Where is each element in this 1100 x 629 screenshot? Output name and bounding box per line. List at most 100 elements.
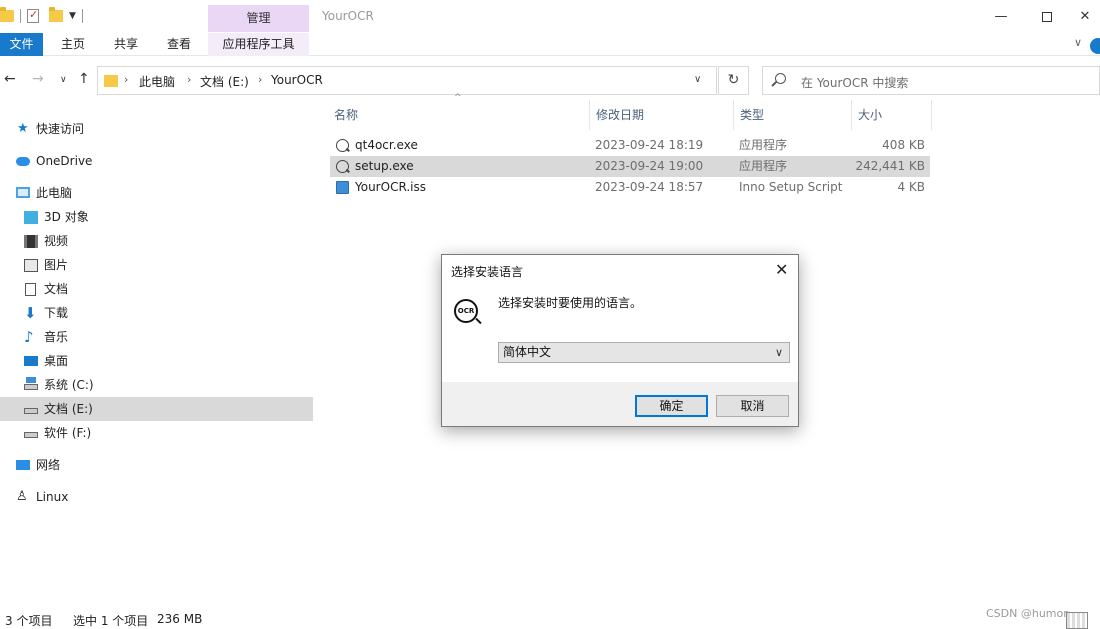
forward-arrow-icon[interactable]: → (32, 68, 44, 90)
address-bar[interactable]: › 此电脑 › 文档 (E:) › YourOCR ∨ (97, 66, 717, 95)
status-bar: 3 个项目 选中 1 个项目 236 MB (0, 612, 1100, 629)
cancel-button[interactable]: 取消 (716, 395, 789, 417)
sidebar-item-label: 网络 (36, 458, 61, 472)
sidebar-item-label: 此电脑 (36, 186, 73, 200)
tab-file[interactable]: 文件 (0, 33, 43, 56)
linux-penguin-icon: ♙ (16, 489, 28, 504)
breadcrumb-drive-e[interactable]: 文档 (E:) (200, 73, 249, 90)
divider (20, 9, 21, 23)
maximize-icon (1042, 11, 1052, 22)
network-icon (16, 460, 30, 470)
file-row[interactable]: qt4ocr.exe 2023-09-24 18:19 应用程序 408 KB (330, 135, 930, 156)
sidebar-item-label: 图片 (44, 258, 69, 272)
sidebar-item-documents[interactable]: 文档 (0, 277, 313, 301)
script-file-icon (336, 181, 349, 194)
sidebar-item-drive-c[interactable]: 系统 (C:) (0, 373, 313, 397)
quick-access-toolbar: ▼ (0, 6, 89, 26)
customize-toolbar-chevron-icon[interactable]: ▼ (69, 11, 76, 21)
column-header-type[interactable]: 类型 (734, 100, 852, 130)
close-window-button[interactable]: ✕ (1070, 0, 1100, 33)
music-icon: ♪ (24, 328, 34, 346)
new-folder-icon[interactable] (49, 7, 63, 22)
selection-count: 选中 1 个项目 (73, 614, 149, 628)
minimize-button[interactable]: — (978, 0, 1024, 33)
sidebar-item-pictures[interactable]: 图片 (0, 253, 313, 277)
breadcrumb-chevron-icon[interactable]: › (258, 73, 262, 86)
navigation-pane: ★ 快速访问 OneDrive 此电脑 3D 对象 视频 图片 文档 ⬇ 下载 … (0, 110, 313, 605)
dialog-prompt: 选择安装时要使用的语言。 (498, 296, 643, 310)
language-select[interactable]: 简体中文 ∨ (498, 342, 790, 363)
breadcrumb-chevron-icon[interactable]: › (187, 73, 191, 86)
tab-app-tools[interactable]: 应用程序工具 (208, 33, 309, 56)
help-icon[interactable] (1090, 38, 1100, 54)
back-arrow-icon[interactable]: ← (4, 68, 16, 90)
sidebar-item-drive-f[interactable]: 软件 (F:) (0, 421, 313, 445)
sidebar-item-label: OneDrive (36, 154, 93, 168)
file-type: 应用程序 (739, 159, 788, 173)
cube-icon (24, 211, 38, 224)
recent-locations-chevron-icon[interactable]: ∨ (60, 69, 67, 91)
dialog-title-bar: 选择安装语言 ✕ (442, 255, 798, 286)
language-dialog: 选择安装语言 ✕ OCR 选择安装时要使用的语言。 简体中文 ∨ 确定 取消 (441, 254, 799, 427)
tab-view[interactable]: 查看 (167, 33, 191, 56)
file-size: 242,441 KB (855, 159, 925, 173)
file-date: 2023-09-24 18:57 (595, 180, 704, 194)
file-size: 4 KB (897, 180, 925, 194)
title-bar: ▼ 管理 YourOCR — ✕ (0, 0, 1100, 33)
properties-icon[interactable] (27, 8, 39, 23)
column-header-size[interactable]: 大小 (852, 100, 932, 130)
file-row[interactable]: YourOCR.iss 2023-09-24 18:57 Inno Setup … (330, 177, 930, 198)
sidebar-item-label: 视频 (44, 234, 69, 248)
desktop-icon (24, 356, 38, 366)
film-icon (24, 235, 38, 248)
sidebar-item-quick-access[interactable]: ★ 快速访问 (0, 117, 313, 141)
file-name: qt4ocr.exe (355, 138, 418, 152)
sidebar-item-this-pc[interactable]: 此电脑 (0, 181, 313, 205)
search-icon (775, 73, 786, 84)
tab-home[interactable]: 主页 (61, 33, 85, 56)
document-icon (25, 283, 36, 296)
dialog-close-button[interactable]: ✕ (775, 260, 788, 279)
view-toggle-icon[interactable] (1066, 612, 1088, 629)
computer-icon (16, 187, 30, 198)
address-dropdown-chevron-icon[interactable]: ∨ (694, 74, 701, 85)
drive-icon (24, 432, 38, 438)
sidebar-item-3d-objects[interactable]: 3D 对象 (0, 205, 313, 229)
column-header-date[interactable]: 修改日期 (590, 100, 734, 130)
breadcrumb-yourocr[interactable]: YourOCR (271, 73, 323, 87)
sidebar-item-downloads[interactable]: ⬇ 下载 (0, 301, 313, 325)
expand-ribbon-chevron-icon[interactable]: ∨ (1074, 36, 1082, 49)
folder-icon (104, 75, 118, 87)
file-row[interactable]: setup.exe 2023-09-24 19:00 应用程序 242,441 … (330, 156, 930, 177)
language-select-value: 简体中文 (503, 345, 552, 359)
maximize-button[interactable] (1024, 0, 1070, 33)
sidebar-item-desktop[interactable]: 桌面 (0, 349, 313, 373)
breadcrumb-chevron-icon[interactable]: › (124, 73, 128, 86)
ok-button[interactable]: 确定 (635, 395, 708, 417)
system-drive-icon (24, 377, 38, 390)
file-name: YourOCR.iss (355, 180, 427, 194)
sidebar-item-label: 文档 (44, 282, 69, 296)
tab-share[interactable]: 共享 (114, 33, 138, 56)
sidebar-item-music[interactable]: ♪ 音乐 (0, 325, 313, 349)
breadcrumb-this-pc[interactable]: 此电脑 (139, 73, 175, 90)
refresh-button[interactable]: ↻ (718, 66, 749, 95)
sidebar-item-linux[interactable]: ♙ Linux (0, 485, 313, 509)
up-arrow-icon[interactable]: ↑ (78, 68, 90, 90)
drive-icon (24, 408, 38, 414)
folder-icon (0, 7, 14, 22)
dialog-title: 选择安装语言 (451, 265, 524, 279)
column-header-name[interactable]: 名称 (328, 100, 590, 130)
sidebar-item-onedrive[interactable]: OneDrive (0, 149, 313, 173)
sidebar-item-network[interactable]: 网络 (0, 453, 313, 477)
window-title: YourOCR (322, 9, 374, 23)
sidebar-item-label: 音乐 (44, 330, 69, 344)
file-date: 2023-09-24 19:00 (595, 159, 704, 173)
manage-context-tab[interactable]: 管理 (208, 5, 309, 32)
search-input[interactable]: 在 YourOCR 中搜索 (762, 66, 1100, 95)
download-icon: ⬇ (24, 304, 37, 322)
cloud-icon (16, 157, 30, 166)
sidebar-item-drive-e[interactable]: 文档 (E:) (0, 397, 313, 421)
star-icon: ★ (17, 121, 29, 136)
sidebar-item-videos[interactable]: 视频 (0, 229, 313, 253)
